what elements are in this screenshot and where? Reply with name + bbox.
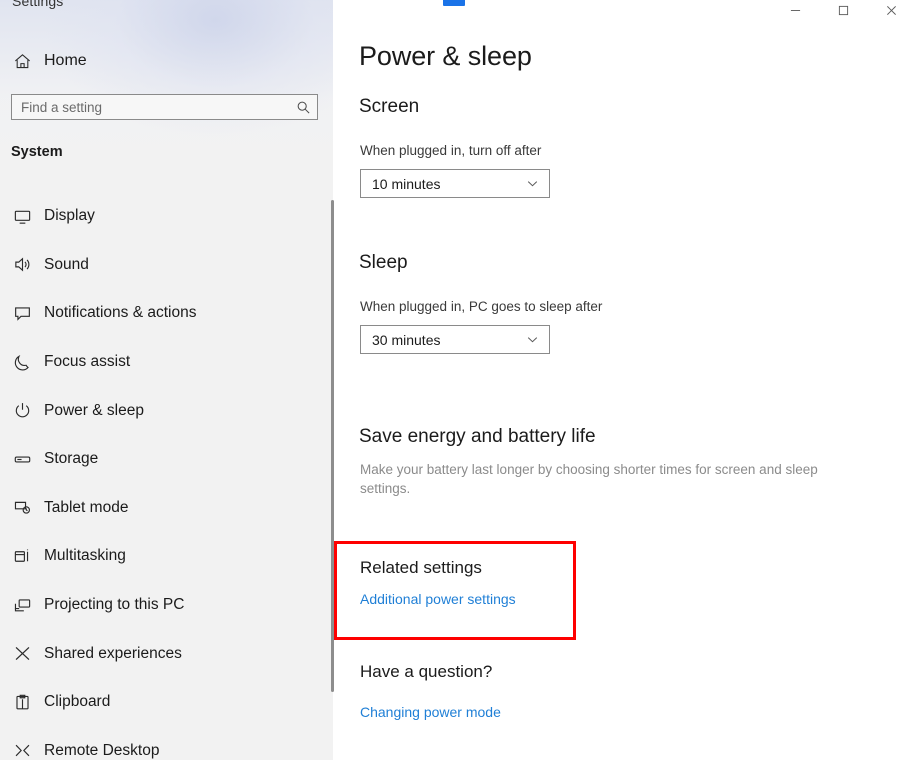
sidebar-item-label: Projecting to this PC <box>44 596 185 614</box>
screen-section-heading: Screen <box>359 96 420 117</box>
screen-turn-off-label: When plugged in, turn off after <box>360 143 542 158</box>
search-box[interactable] <box>11 94 318 120</box>
monitor-icon <box>0 207 44 226</box>
drive-icon <box>0 450 44 469</box>
remote-desktop-icon <box>0 741 44 760</box>
sidebar-item-storage[interactable]: Storage <box>0 435 333 484</box>
shared-experiences-icon <box>0 644 44 663</box>
sidebar-item-home-label: Home <box>44 52 87 69</box>
app-logo-icon <box>443 0 465 6</box>
sidebar-item-label: Focus assist <box>44 353 131 371</box>
clipboard-icon <box>0 693 44 712</box>
main-content: Power & sleep Screen When plugged in, tu… <box>334 0 901 760</box>
sidebar-item-notifications-actions[interactable]: Notifications & actions <box>0 289 333 338</box>
sidebar-item-multitasking[interactable]: Multitasking <box>0 532 333 581</box>
chat-bubble-icon <box>0 304 44 323</box>
sidebar-item-label: Sound <box>44 255 89 273</box>
sleep-section-heading: Sleep <box>359 252 408 273</box>
save-energy-heading: Save energy and battery life <box>359 426 596 447</box>
sidebar-item-label: Remote Desktop <box>44 741 160 759</box>
sidebar-item-label: Tablet mode <box>44 498 129 516</box>
sidebar-item-projecting-to-this-pc[interactable]: Projecting to this PC <box>0 581 333 630</box>
sleep-after-dropdown[interactable]: 30 minutes <box>360 325 550 354</box>
power-icon <box>0 401 44 420</box>
sidebar-item-label: Power & sleep <box>44 401 144 419</box>
speaker-icon <box>0 255 44 274</box>
sidebar-scrollbar-thumb[interactable] <box>331 200 334 692</box>
changing-power-mode-link[interactable]: Changing power mode <box>360 704 501 720</box>
sidebar-item-clipboard[interactable]: Clipboard <box>0 678 333 727</box>
sidebar-item-tablet-mode[interactable]: Tablet mode <box>0 484 333 533</box>
have-a-question-heading: Have a question? <box>360 662 493 681</box>
app-title: Settings <box>12 0 64 9</box>
sidebar-item-remote-desktop[interactable]: Remote Desktop <box>0 727 333 760</box>
chevron-down-icon <box>515 333 549 346</box>
screen-turn-off-value: 10 minutes <box>372 175 441 192</box>
minimize-icon[interactable] <box>772 0 818 20</box>
sidebar-item-power-sleep[interactable]: Power & sleep <box>0 386 333 435</box>
search-input[interactable] <box>12 95 289 119</box>
sleep-after-value: 30 minutes <box>372 331 441 348</box>
title-bar <box>339 0 901 22</box>
multitasking-icon <box>0 547 44 566</box>
sidebar-group-title: System <box>11 144 63 160</box>
additional-power-settings-link[interactable]: Additional power settings <box>360 591 516 607</box>
sidebar-item-label: Storage <box>44 450 99 468</box>
page-title: Power & sleep <box>359 41 532 71</box>
sidebar-item-sound[interactable]: Sound <box>0 241 333 290</box>
sidebar-item-label: Display <box>44 207 95 225</box>
search-icon[interactable] <box>289 100 317 115</box>
maximize-icon[interactable] <box>820 0 866 20</box>
sidebar-item-label: Notifications & actions <box>44 304 197 322</box>
sidebar-item-focus-assist[interactable]: Focus assist <box>0 338 333 387</box>
chevron-down-icon <box>515 177 549 190</box>
related-settings-heading: Related settings <box>360 558 482 577</box>
moon-icon <box>0 353 44 372</box>
settings-window: Settings Home System <box>0 0 901 760</box>
sidebar-item-label: Multitasking <box>44 547 126 565</box>
tablet-icon <box>0 498 44 517</box>
projecting-icon <box>0 596 44 615</box>
sidebar-nav-list: Display Sound Notifications & actions Fo… <box>0 192 333 760</box>
sidebar-item-home[interactable]: Home <box>0 44 333 78</box>
screen-turn-off-dropdown[interactable]: 10 minutes <box>360 169 550 198</box>
home-icon <box>0 52 44 71</box>
sidebar-item-label: Shared experiences <box>44 644 182 662</box>
sidebar: Settings Home System <box>0 0 333 760</box>
sidebar-item-display[interactable]: Display <box>0 192 333 241</box>
close-icon[interactable] <box>868 0 901 20</box>
save-energy-description: Make your battery last longer by choosin… <box>360 462 818 496</box>
sidebar-item-shared-experiences[interactable]: Shared experiences <box>0 629 333 678</box>
sleep-after-label: When plugged in, PC goes to sleep after <box>360 299 603 314</box>
sidebar-item-label: Clipboard <box>44 693 111 711</box>
